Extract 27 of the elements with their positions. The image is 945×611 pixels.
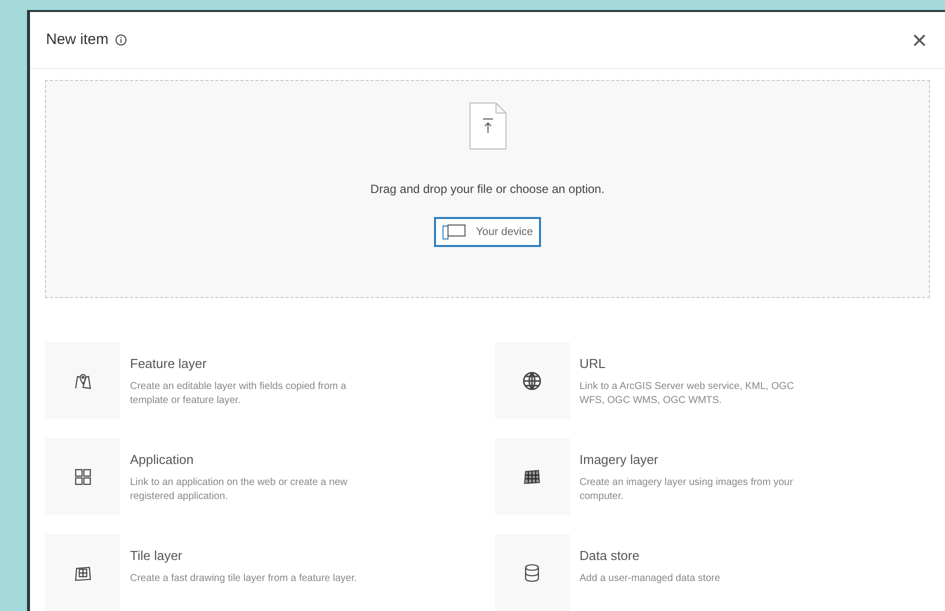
info-icon (114, 34, 127, 46)
option-title[interactable]: URL (580, 354, 820, 374)
dialog-title: New item (46, 30, 109, 50)
option-title[interactable]: Imagery layer (580, 450, 820, 470)
drop-message: Drag and drop your file or choose an option. (370, 181, 605, 198)
option-icon-tile[interactable] (494, 438, 570, 515)
close-button[interactable]: × (912, 27, 927, 54)
globe-icon (521, 370, 543, 392)
option-icon-tile[interactable] (494, 342, 570, 419)
option-description: Link to a ArcGIS Server web service, KML, OGC WFS, OGC WMS, OGC WMTS. (580, 380, 796, 408)
option-icon-tile[interactable] (45, 342, 120, 419)
option-icon-tile[interactable] (45, 534, 120, 611)
drop-zone[interactable]: Drag and drop your file or choose an option. Your device (45, 80, 930, 298)
option-description: Link to an application on the web or create a new registered application. (130, 476, 348, 504)
option-title[interactable]: Feature layer (130, 354, 370, 374)
your-device-button[interactable]: Your device (434, 217, 542, 248)
file-upload-icon (468, 102, 506, 150)
option-title[interactable]: Tile layer (130, 546, 370, 566)
option-description: Add a user-managed data store (580, 572, 722, 586)
option-icon-tile[interactable] (494, 534, 570, 611)
option-description: Create an editable layer with fields copied from a template or feature layer. (130, 380, 348, 408)
option-description: Create a fast drawing tile layer from a feature layer. (130, 572, 358, 586)
option-title[interactable]: Application (130, 450, 370, 470)
option-description: Create an imagery layer using images from your computer. (580, 476, 794, 504)
option-icon-tile[interactable] (45, 438, 120, 515)
option-title[interactable]: Data store (580, 546, 820, 566)
devices-icon (442, 224, 466, 240)
